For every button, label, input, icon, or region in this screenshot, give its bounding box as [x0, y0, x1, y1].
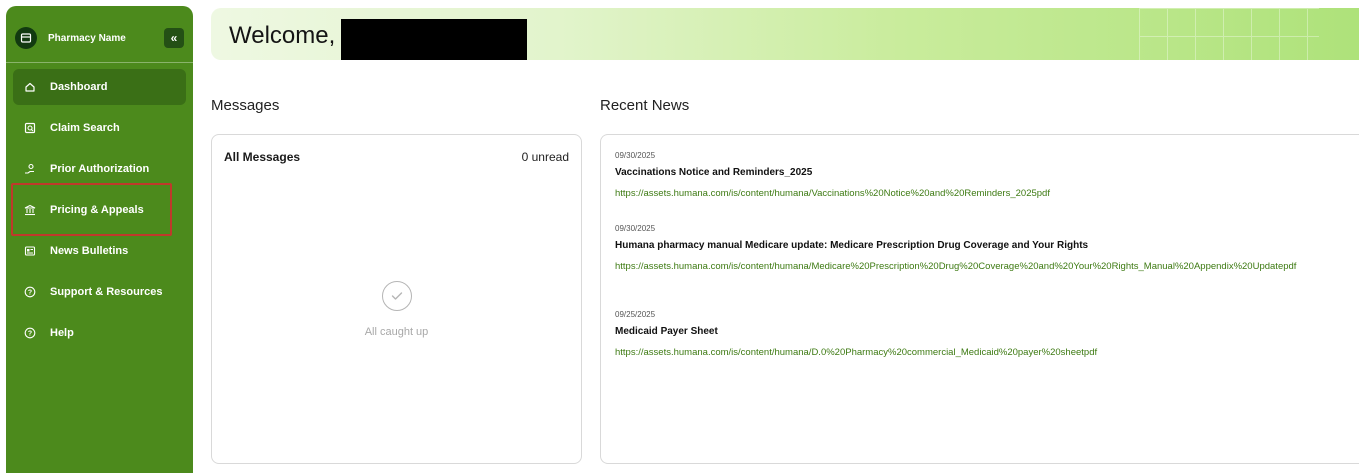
news-title: Medicaid Payer Sheet	[615, 326, 718, 337]
redacted-username	[341, 19, 527, 60]
collapse-sidebar-button[interactable]: «	[164, 28, 184, 48]
sidebar-item-label: News Bulletins	[50, 245, 129, 257]
pharmacy-name: Pharmacy Name	[48, 32, 126, 44]
sidebar-item-label: Help	[50, 327, 74, 339]
sidebar-item-label: Claim Search	[50, 122, 120, 134]
news-link[interactable]: https://assets.humana.com/is/content/hum…	[615, 347, 1350, 359]
news-item: 09/30/2025 Vaccinations Notice and Remin…	[615, 151, 1350, 200]
sidebar-item-pricing-appeals[interactable]: Pricing & Appeals	[13, 192, 186, 228]
news-item: 09/25/2025 Medicaid Payer Sheet https://…	[615, 310, 1350, 359]
svg-text:?: ?	[28, 289, 32, 296]
news-date: 09/25/2025	[615, 310, 656, 319]
sidebar-item-claim-search[interactable]: Claim Search	[13, 110, 186, 146]
news-card: 09/30/2025 Vaccinations Notice and Remin…	[600, 134, 1359, 464]
svg-text:?: ?	[28, 330, 32, 337]
all-messages-title[interactable]: All Messages	[224, 150, 300, 164]
welcome-banner: Welcome,	[211, 8, 1359, 60]
sidebar-item-prior-authorization[interactable]: Prior Authorization	[13, 151, 186, 187]
welcome-text: Welcome,	[229, 22, 336, 49]
sidebar-item-news-bulletins[interactable]: News Bulletins	[13, 233, 186, 269]
newspaper-icon	[23, 244, 37, 258]
store-icon	[15, 27, 37, 49]
messages-card: All Messages 0 unread All caught up	[211, 134, 582, 464]
brand: Pharmacy Name «	[15, 18, 184, 58]
news-link[interactable]: https://assets.humana.com/is/content/hum…	[615, 188, 1350, 200]
unread-count: 0 unread	[521, 150, 569, 164]
hand-coin-icon	[23, 162, 37, 176]
check-circle-icon	[382, 281, 412, 311]
help-icon: ?	[23, 326, 37, 340]
sidebar-item-label: Support & Resources	[50, 286, 163, 298]
sidebar-item-dashboard[interactable]: Dashboard	[13, 69, 186, 105]
news-title: Humana pharmacy manual Medicare update: …	[615, 240, 1089, 251]
news-link[interactable]: https://assets.humana.com/is/content/hum…	[615, 261, 1350, 273]
question-circle-icon: ?	[23, 285, 37, 299]
sidebar: Pharmacy Name « Dashboard Claim Search P…	[6, 6, 193, 473]
recent-news-heading: Recent News	[600, 97, 690, 114]
sidebar-item-label: Pricing & Appeals	[50, 204, 144, 216]
messages-heading: Messages	[211, 97, 280, 114]
sidebar-item-label: Prior Authorization	[50, 163, 150, 175]
sidebar-item-label: Dashboard	[50, 81, 108, 93]
sidebar-item-support-resources[interactable]: ? Support & Resources	[13, 274, 186, 310]
sidebar-item-help[interactable]: ? Help	[13, 315, 186, 351]
news-item: 09/30/2025 Humana pharmacy manual Medica…	[615, 224, 1350, 273]
empty-state-text: All caught up	[364, 326, 429, 338]
search-document-icon	[23, 121, 37, 135]
home-icon	[23, 80, 37, 94]
bank-icon	[23, 203, 37, 217]
news-title: Vaccinations Notice and Reminders_2025	[615, 167, 813, 178]
banner-grid-decoration	[1139, 8, 1319, 60]
app: Pharmacy Name « Dashboard Claim Search P…	[0, 0, 1359, 473]
news-date: 09/30/2025	[615, 224, 656, 233]
brand-divider	[6, 62, 193, 63]
news-date: 09/30/2025	[615, 151, 656, 160]
